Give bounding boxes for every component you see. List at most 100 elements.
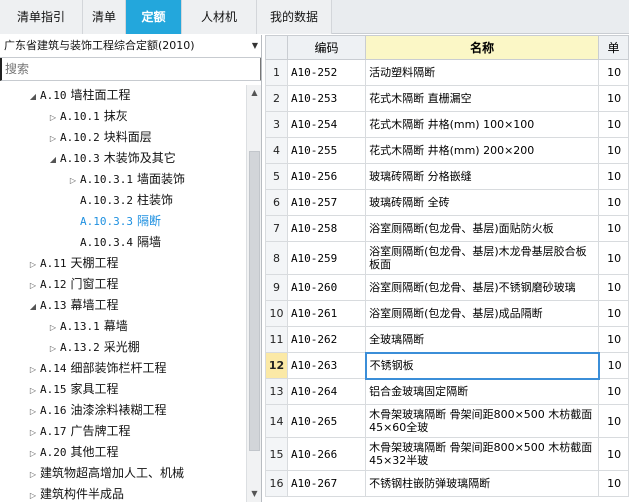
quota-code-cell[interactable]: A10-264	[286, 378, 367, 405]
tree-node[interactable]: ▷ A.17 广告牌工程	[26, 421, 131, 442]
quota-name-cell[interactable]: 花式木隔断 井格(mm) 100×100	[365, 111, 600, 138]
row-number[interactable]: 12	[265, 352, 288, 379]
table-row[interactable]: 10 A10-261 浴室厕隔断(包龙骨、基层)成品隔断 10	[265, 300, 629, 327]
tab-bill[interactable]: 清单	[83, 0, 126, 34]
tree-node[interactable]: ▷ A.14 细部装饰栏杆工程	[26, 358, 167, 379]
row-number[interactable]: 6	[265, 189, 288, 216]
quota-name-cell[interactable]: 花式木隔断 井格(mm) 200×200	[365, 137, 600, 164]
quota-unit-cell[interactable]: 10	[598, 274, 629, 301]
quota-unit-cell[interactable]: 10	[598, 189, 629, 216]
quota-name-cell[interactable]: 全玻璃隔断	[365, 326, 600, 353]
quota-unit-cell[interactable]: 10	[598, 85, 629, 112]
table-row[interactable]: 3 A10-254 花式木隔断 井格(mm) 100×100 10	[265, 111, 629, 138]
quota-name-cell[interactable]: 木骨架玻璃隔断 骨架间距800×500 木枋截面45×60全玻	[365, 404, 600, 438]
quota-name-cell[interactable]: 浴室厕隔断(包龙骨、基层)木龙骨基层胶合板板面	[365, 241, 600, 275]
table-row[interactable]: 16 A10-267 不锈钢柱嵌防弹玻璃隔断 10	[265, 470, 629, 497]
table-row[interactable]: 6 A10-257 玻璃砖隔断 全砖 10	[265, 189, 629, 216]
tree-node[interactable]: ▷ 建筑构件半成品	[26, 484, 124, 502]
quota-name-cell[interactable]: 不锈钢板	[364, 351, 600, 380]
tree-node[interactable]: A.10.3.4 隔墙	[66, 232, 161, 253]
row-number[interactable]: 5	[265, 163, 288, 190]
search-input[interactable]	[0, 58, 261, 81]
scrollbar-thumb[interactable]	[249, 151, 260, 451]
quota-unit-cell[interactable]: 10	[598, 163, 629, 190]
quota-name-cell[interactable]: 浴室厕隔断(包龙骨、基层)成品隔断	[365, 300, 600, 327]
quota-code-cell[interactable]: A10-255	[286, 137, 367, 164]
row-number[interactable]: 11	[265, 326, 288, 353]
header-unit[interactable]: 单	[598, 35, 629, 60]
scroll-up-icon[interactable]: ▲	[247, 85, 261, 101]
tab-labor-material-machine[interactable]: 人材机	[182, 0, 257, 34]
header-name[interactable]: 名称	[365, 35, 600, 60]
table-row[interactable]: 14 A10-265 木骨架玻璃隔断 骨架间距800×500 木枋截面45×60全玻…	[265, 404, 629, 438]
quota-unit-cell[interactable]: 10	[598, 300, 629, 327]
quota-unit-cell[interactable]: 10	[598, 378, 629, 405]
table-row[interactable]: 2 A10-253 花式木隔断 直栅漏空 10	[265, 85, 629, 112]
quota-code-cell[interactable]: A10-257	[286, 189, 367, 216]
tree-node[interactable]: A.10.3.2 柱装饰	[66, 190, 173, 211]
header-code[interactable]: 编码	[286, 35, 367, 60]
tree-node[interactable]: ▷ A.10.1 抹灰	[46, 106, 128, 127]
tree-node[interactable]: ▷ A.10.2 块料面层	[46, 127, 152, 148]
row-number[interactable]: 8	[265, 241, 288, 275]
table-row[interactable]: 4 A10-255 花式木隔断 井格(mm) 200×200 10	[265, 137, 629, 164]
tree-node[interactable]: ▷ A.13.2 采光棚	[46, 337, 140, 358]
tree-node[interactable]: ◢ A.10.3 木装饰及其它	[46, 148, 176, 169]
quota-name-cell[interactable]: 木骨架玻璃隔断 骨架间距800×500 木枋截面45×32半玻	[365, 437, 600, 471]
row-number[interactable]: 1	[265, 59, 288, 86]
quota-name-cell[interactable]: 活动塑料隔断	[365, 59, 600, 86]
tree-node[interactable]: ◢ A.10 墙柱面工程	[26, 85, 131, 106]
quota-code-cell[interactable]: A10-265	[286, 404, 367, 438]
quota-unit-cell[interactable]: 10	[598, 404, 629, 438]
quota-code-cell[interactable]: A10-260	[286, 274, 367, 301]
row-number[interactable]: 10	[265, 300, 288, 327]
quota-name-cell[interactable]: 浴室厕隔断(包龙骨、基层)面贴防火板	[365, 215, 600, 242]
tree-node[interactable]: ▷ A.20 其他工程	[26, 442, 119, 463]
quota-code-cell[interactable]: A10-253	[286, 85, 367, 112]
table-row[interactable]: 12 A10-263 不锈钢板 10	[265, 351, 629, 380]
expand-triangle-icon[interactable]: ▷	[26, 275, 40, 296]
collapse-triangle-icon[interactable]: ◢	[46, 149, 60, 170]
table-row[interactable]: 7 A10-258 浴室厕隔断(包龙骨、基层)面贴防火板 10	[265, 215, 629, 242]
expand-triangle-icon[interactable]: ▷	[46, 338, 60, 359]
expand-triangle-icon[interactable]: ▷	[26, 380, 40, 401]
quota-name-cell[interactable]: 玻璃砖隔断 全砖	[365, 189, 600, 216]
tree-scrollbar[interactable]: ▲ ▼	[246, 85, 261, 502]
tree-node[interactable]: ◢ A.13 幕墙工程	[26, 295, 119, 316]
table-row[interactable]: 5 A10-256 玻璃砖隔断 分格嵌缝 10	[265, 163, 629, 190]
row-number[interactable]: 9	[265, 274, 288, 301]
table-row[interactable]: 8 A10-259 浴室厕隔断(包龙骨、基层)木龙骨基层胶合板板面 10	[265, 241, 629, 275]
expand-triangle-icon[interactable]: ▷	[66, 170, 80, 191]
chevron-down-icon[interactable]: ▼	[252, 35, 258, 57]
quota-unit-cell[interactable]: 10	[598, 241, 629, 275]
quota-unit-cell[interactable]: 10	[598, 59, 629, 86]
quota-code-cell[interactable]: A10-266	[286, 437, 367, 471]
expand-triangle-icon[interactable]: ▷	[26, 443, 40, 464]
table-row[interactable]: 9 A10-260 浴室厕隔断(包龙骨、基层)不锈钢磨砂玻璃 10	[265, 274, 629, 301]
table-row[interactable]: 11 A10-262 全玻璃隔断 10	[265, 326, 629, 353]
quota-code-cell[interactable]: A10-263	[286, 352, 367, 379]
row-number[interactable]: 3	[265, 111, 288, 138]
scroll-down-icon[interactable]: ▼	[247, 486, 261, 502]
collapse-triangle-icon[interactable]: ◢	[26, 86, 40, 107]
quota-code-cell[interactable]: A10-267	[286, 470, 367, 497]
row-number[interactable]: 13	[265, 378, 288, 405]
expand-triangle-icon[interactable]: ▷	[46, 317, 60, 338]
quota-unit-cell[interactable]: 10	[598, 137, 629, 164]
tree-node[interactable]: ▷ A.13.1 幕墙	[46, 316, 128, 337]
quota-code-cell[interactable]: A10-252	[286, 59, 367, 86]
row-number[interactable]: 16	[265, 470, 288, 497]
tab-my-data[interactable]: 我的数据	[257, 0, 332, 34]
quota-code-cell[interactable]: A10-262	[286, 326, 367, 353]
expand-triangle-icon[interactable]: ▷	[46, 107, 60, 128]
quota-unit-cell[interactable]: 10	[598, 352, 629, 379]
collapse-triangle-icon[interactable]: ◢	[26, 296, 40, 317]
expand-triangle-icon[interactable]: ▷	[26, 254, 40, 275]
quota-unit-cell[interactable]: 10	[598, 215, 629, 242]
tree-node[interactable]: ▷ A.12 门窗工程	[26, 274, 119, 295]
row-number[interactable]: 7	[265, 215, 288, 242]
quota-unit-cell[interactable]: 10	[598, 111, 629, 138]
row-number[interactable]: 2	[265, 85, 288, 112]
row-number[interactable]: 14	[265, 404, 288, 438]
tab-quota[interactable]: 定额	[126, 0, 182, 34]
